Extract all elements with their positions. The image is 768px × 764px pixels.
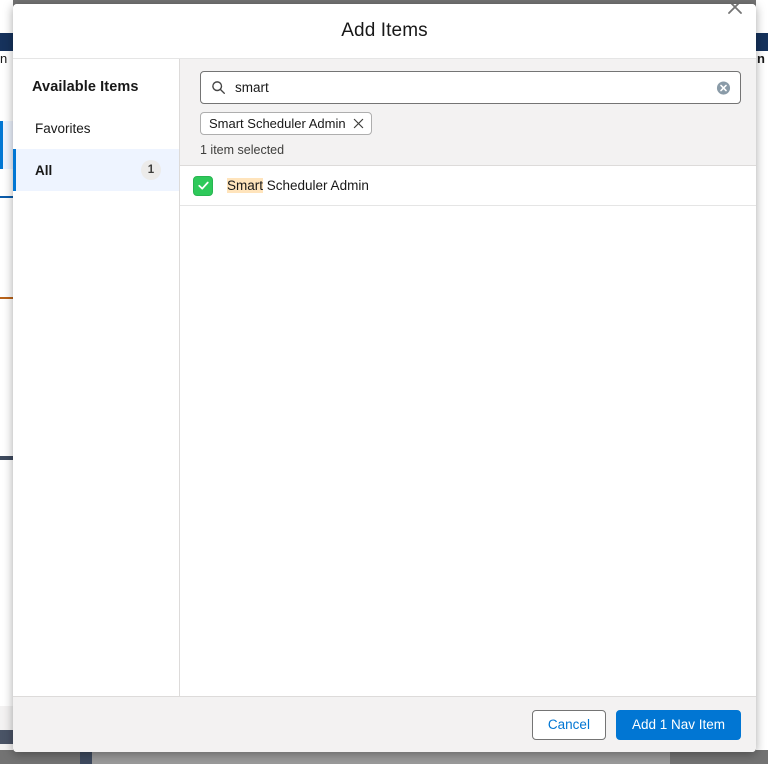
close-icon[interactable] [353,118,364,129]
selected-pill-label: Smart Scheduler Admin [209,116,346,131]
items-content-pane: Smart Scheduler Admin 1 item selected [180,59,756,696]
search-icon [211,80,226,95]
list-item-label-rest: Scheduler Admin [263,178,369,193]
background-text-right: n [757,52,765,66]
dialog-body: Available Items Favorites All 1 smart Sm… [13,59,756,696]
background-page-right [756,0,768,764]
filter-zone: Smart Scheduler Admin 1 item selected [180,59,756,166]
background-bottom-panel [90,750,670,764]
search-match-highlight: Smart [227,178,264,193]
background-page-left [0,0,13,764]
clear-icon[interactable] [716,80,731,95]
list-item-label: Smart Scheduler Admin [227,178,369,193]
selection-status: 1 item selected [200,143,285,157]
background-navy-bar-right [756,33,768,51]
cancel-button[interactable]: Cancel [531,709,606,740]
item-list: Smart Scheduler Admin [180,166,756,696]
sidebar-item-favorites[interactable]: Favorites [13,107,179,149]
background-rule-a [0,196,13,198]
sidebar-item-label: Favorites [35,120,91,136]
available-items-sidebar: Available Items Favorites All 1 [13,59,180,696]
search-box[interactable] [200,71,741,104]
add-nav-item-button[interactable]: Add 1 Nav Item [615,709,741,740]
dialog-footer: Cancel Add 1 Nav Item [13,696,756,752]
close-icon[interactable] [722,4,748,20]
background-selected-item-left [0,121,13,169]
search-input[interactable] [226,80,740,95]
add-items-dialog: Add Items Available Items Favorites All … [13,4,756,752]
background-footer-accent-left [0,730,13,744]
dialog-header: Add Items [13,4,756,59]
sidebar-item-all[interactable]: All 1 [13,149,179,191]
sidebar-item-label: All [35,162,53,178]
dialog-title: Add Items [341,20,428,41]
check-icon[interactable] [193,175,213,196]
sidebar-heading: Available Items [32,79,139,95]
selected-pill[interactable]: Smart Scheduler Admin [200,112,372,135]
list-item[interactable]: Smart Scheduler Admin [180,166,756,206]
background-rule-b [0,297,13,299]
selected-pills: Smart Scheduler Admin [200,112,741,135]
background-navy-bar-left [0,33,13,51]
background-rule-c [0,456,13,460]
sidebar-item-count-badge: 1 [141,160,161,180]
background-bottom-accent [80,750,92,764]
background-text-left: n [0,52,8,66]
